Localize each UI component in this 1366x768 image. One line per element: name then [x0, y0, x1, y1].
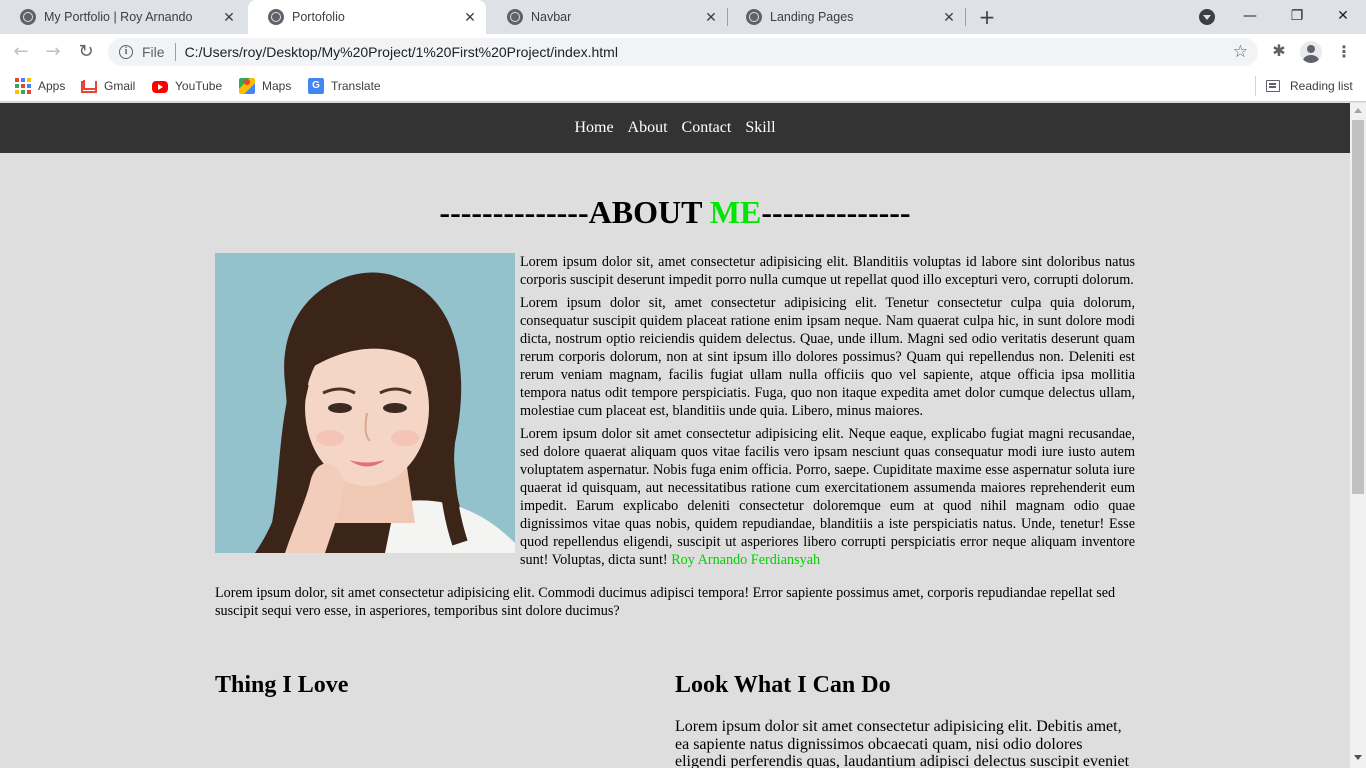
- nav-link-about[interactable]: About: [628, 119, 668, 137]
- bookmark-label: Translate: [331, 79, 381, 93]
- arrow-left-icon[interactable]: ←: [11, 42, 31, 62]
- arrow-right-icon[interactable]: →: [43, 42, 63, 62]
- bookmark-label: Gmail: [104, 79, 136, 93]
- gmail-icon: [81, 81, 97, 93]
- about-title: --------------ABOUT ME--------------: [439, 194, 911, 230]
- scheme-label: File: [142, 44, 165, 60]
- profile-photo: [215, 253, 515, 553]
- close-icon[interactable]: ✕: [462, 9, 478, 25]
- section-text: Lorem ipsum dolor sit amet consectetur a…: [675, 718, 1130, 768]
- things-i-love-section: Thing I Love: [215, 670, 635, 700]
- bookmark-label: Apps: [38, 79, 66, 93]
- bookmarks-bar: Apps Gmail YouTube Maps G Translate Read…: [0, 70, 1366, 102]
- nav-link-contact[interactable]: Contact: [682, 119, 732, 137]
- reading-list-label: Reading list: [1290, 79, 1353, 93]
- youtube-icon: [152, 81, 168, 93]
- nav-link-skill[interactable]: Skill: [745, 119, 775, 137]
- tab-landing-pages[interactable]: Landing Pages ✕: [726, 0, 966, 34]
- info-icon[interactable]: i: [119, 45, 133, 59]
- bookmark-maps[interactable]: Maps: [239, 77, 291, 95]
- globe-icon: [746, 9, 762, 25]
- bookmark-gmail[interactable]: Gmail: [81, 77, 135, 95]
- close-icon[interactable]: ✕: [703, 9, 719, 25]
- about-paragraph-4: Lorem ipsum dolor, sit amet consectetur …: [215, 585, 1116, 619]
- author-name: Roy Arnando Ferdiansyah: [671, 552, 821, 568]
- look-what-i-can-do-section: Look What I Can Do Lorem ipsum dolor sit…: [675, 670, 1135, 768]
- puzzle-icon[interactable]: ✱: [1270, 42, 1288, 60]
- section-title: Thing I Love: [215, 672, 349, 698]
- url-text[interactable]: C:/Users/roy/Desktop/My%20Project/1%20Fi…: [185, 44, 618, 60]
- reading-list-button[interactable]: Reading list: [1266, 77, 1353, 95]
- window-close-button[interactable]: ✕: [1323, 4, 1363, 28]
- new-tab-button[interactable]: +: [976, 6, 998, 28]
- tab-title: Navbar: [531, 10, 572, 24]
- reload-icon[interactable]: ↻: [76, 42, 96, 62]
- tab-navbar[interactable]: Navbar ✕: [487, 0, 728, 34]
- bookmark-translate[interactable]: G Translate: [308, 77, 381, 95]
- scroll-up-icon[interactable]: [1354, 108, 1362, 113]
- page-scrollbar[interactable]: [1350, 103, 1366, 768]
- restore-button[interactable]: ❐: [1277, 4, 1317, 28]
- bookmark-youtube[interactable]: YouTube: [152, 77, 222, 95]
- bookmark-label: Maps: [262, 79, 292, 93]
- about-content: Lorem ipsum dolor sit, amet consectetur …: [215, 253, 1135, 625]
- profile-icon[interactable]: [1300, 41, 1322, 63]
- bookmark-apps[interactable]: Apps: [15, 77, 65, 95]
- tab-title: Portofolio: [292, 10, 345, 24]
- globe-icon: [268, 9, 284, 25]
- reading-list-icon: [1266, 80, 1280, 92]
- globe-icon: [20, 9, 36, 25]
- scrollbar-thumb[interactable]: [1352, 120, 1364, 494]
- apps-grid-icon: [15, 78, 31, 94]
- tab-portofolio[interactable]: Portofolio ✕: [248, 0, 486, 34]
- tab-title: My Portfolio | Roy Arnando: [44, 10, 193, 24]
- close-icon[interactable]: ✕: [941, 9, 957, 25]
- scroll-down-icon[interactable]: [1354, 755, 1362, 760]
- tab-search-icon[interactable]: [1199, 9, 1215, 25]
- section-title: Look What I Can Do: [675, 672, 891, 698]
- site-navbar: Home About Contact Skill: [0, 103, 1350, 153]
- close-icon[interactable]: ✕: [221, 9, 237, 25]
- bookmark-label: YouTube: [175, 79, 223, 93]
- kebab-menu-icon[interactable]: ⋮: [1336, 42, 1352, 62]
- minimize-button[interactable]: —: [1230, 4, 1270, 28]
- tab-strip: My Portfolio | Roy Arnando ✕ Portofolio …: [0, 0, 1366, 34]
- translate-icon: G: [308, 78, 324, 94]
- star-icon[interactable]: ☆: [1233, 42, 1248, 62]
- globe-icon: [507, 9, 523, 25]
- browser-toolbar: ← → ↻ i File C:/Users/roy/Desktop/My%20P…: [0, 34, 1366, 70]
- nav-link-home[interactable]: Home: [574, 119, 613, 137]
- page-viewport: Home About Contact Skill --------------A…: [0, 103, 1350, 768]
- address-bar[interactable]: i File C:/Users/roy/Desktop/My%20Project…: [108, 38, 1258, 66]
- tab-my-portfolio[interactable]: My Portfolio | Roy Arnando ✕: [0, 0, 245, 34]
- tab-title: Landing Pages: [770, 10, 854, 24]
- maps-icon: [239, 78, 255, 94]
